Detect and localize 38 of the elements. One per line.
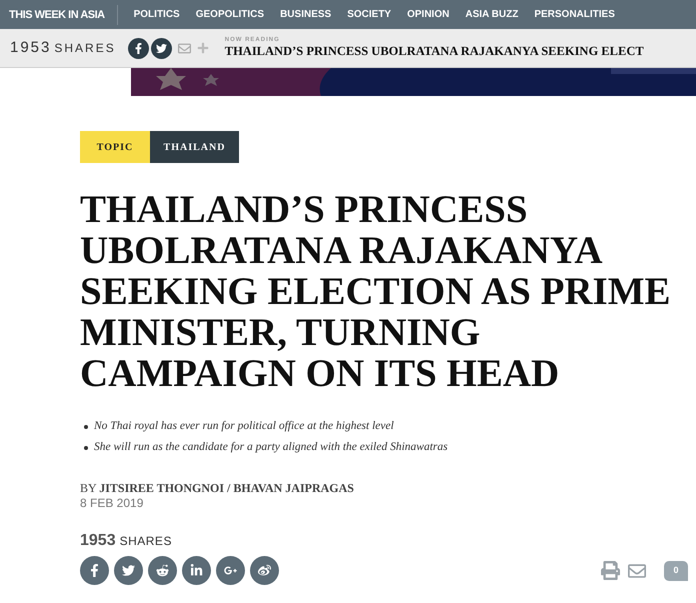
shares-label: SHARES bbox=[120, 533, 172, 550]
twitter-icon bbox=[122, 564, 135, 577]
email-icon[interactable] bbox=[628, 562, 646, 580]
twitter-button[interactable] bbox=[114, 556, 143, 585]
nav-link[interactable]: POLITICS bbox=[134, 7, 180, 22]
reddit-button[interactable] bbox=[148, 556, 177, 585]
summary-point: She will run as the candidate for a party aligned with the exiled Shinawatras bbox=[94, 440, 448, 455]
facebook-button[interactable] bbox=[128, 38, 149, 58]
weibo-icon bbox=[258, 564, 271, 577]
facebook-icon bbox=[132, 42, 144, 54]
byline: BY JITSIREE THONGNOI / BHAVAN JAIPRAGAS bbox=[80, 481, 355, 496]
share-count: 1953 bbox=[80, 531, 116, 551]
shares-label: SHARES bbox=[54, 40, 116, 57]
topic-tag[interactable]: THAILAND bbox=[150, 131, 239, 163]
nav-link[interactable]: PERSONALITIES bbox=[534, 7, 615, 22]
google-plus-button[interactable] bbox=[216, 556, 245, 585]
nav-link[interactable]: OPINION bbox=[407, 7, 450, 22]
facebook-icon bbox=[88, 564, 101, 577]
summary-point: No Thai royal has ever run for political office at the highest level bbox=[94, 418, 394, 434]
publish-date: 8 FEB 2019 bbox=[80, 496, 144, 511]
nav-link[interactable]: SOCIETY bbox=[347, 7, 392, 22]
twitter-button[interactable] bbox=[150, 38, 172, 58]
weibo-button[interactable] bbox=[250, 556, 279, 585]
twitter-icon bbox=[156, 42, 167, 54]
nav-link[interactable]: BUSINESS bbox=[280, 7, 332, 22]
reddit-icon bbox=[156, 564, 169, 577]
linkedin-button[interactable] bbox=[182, 556, 211, 585]
linkedin-icon bbox=[190, 564, 203, 577]
nav-link[interactable]: GEOPOLITICS bbox=[196, 7, 264, 22]
headline: THAILAND’S PRINCESS UBOLRATANA RAJAKANYA SEEKING ELECTION AS PRIME MINISTER, TURNING CAMPAIGN ON ITS HEAD bbox=[80, 189, 672, 394]
share-count: 1953 bbox=[10, 38, 52, 58]
facebook-button[interactable] bbox=[80, 556, 109, 585]
google-plus-icon bbox=[224, 564, 237, 577]
nav-link[interactable]: ASIA BUZZ bbox=[465, 7, 518, 22]
print-icon[interactable] bbox=[601, 561, 620, 580]
topic-label: TOPIC bbox=[80, 131, 150, 163]
brand-logo[interactable]: THIS WEEK IN ASIA bbox=[0, 4, 118, 24]
now-reading-title: THAILAND’S PRINCESS UBOLRATANA RAJAKANYA SEEKING ELECT bbox=[224, 44, 644, 59]
